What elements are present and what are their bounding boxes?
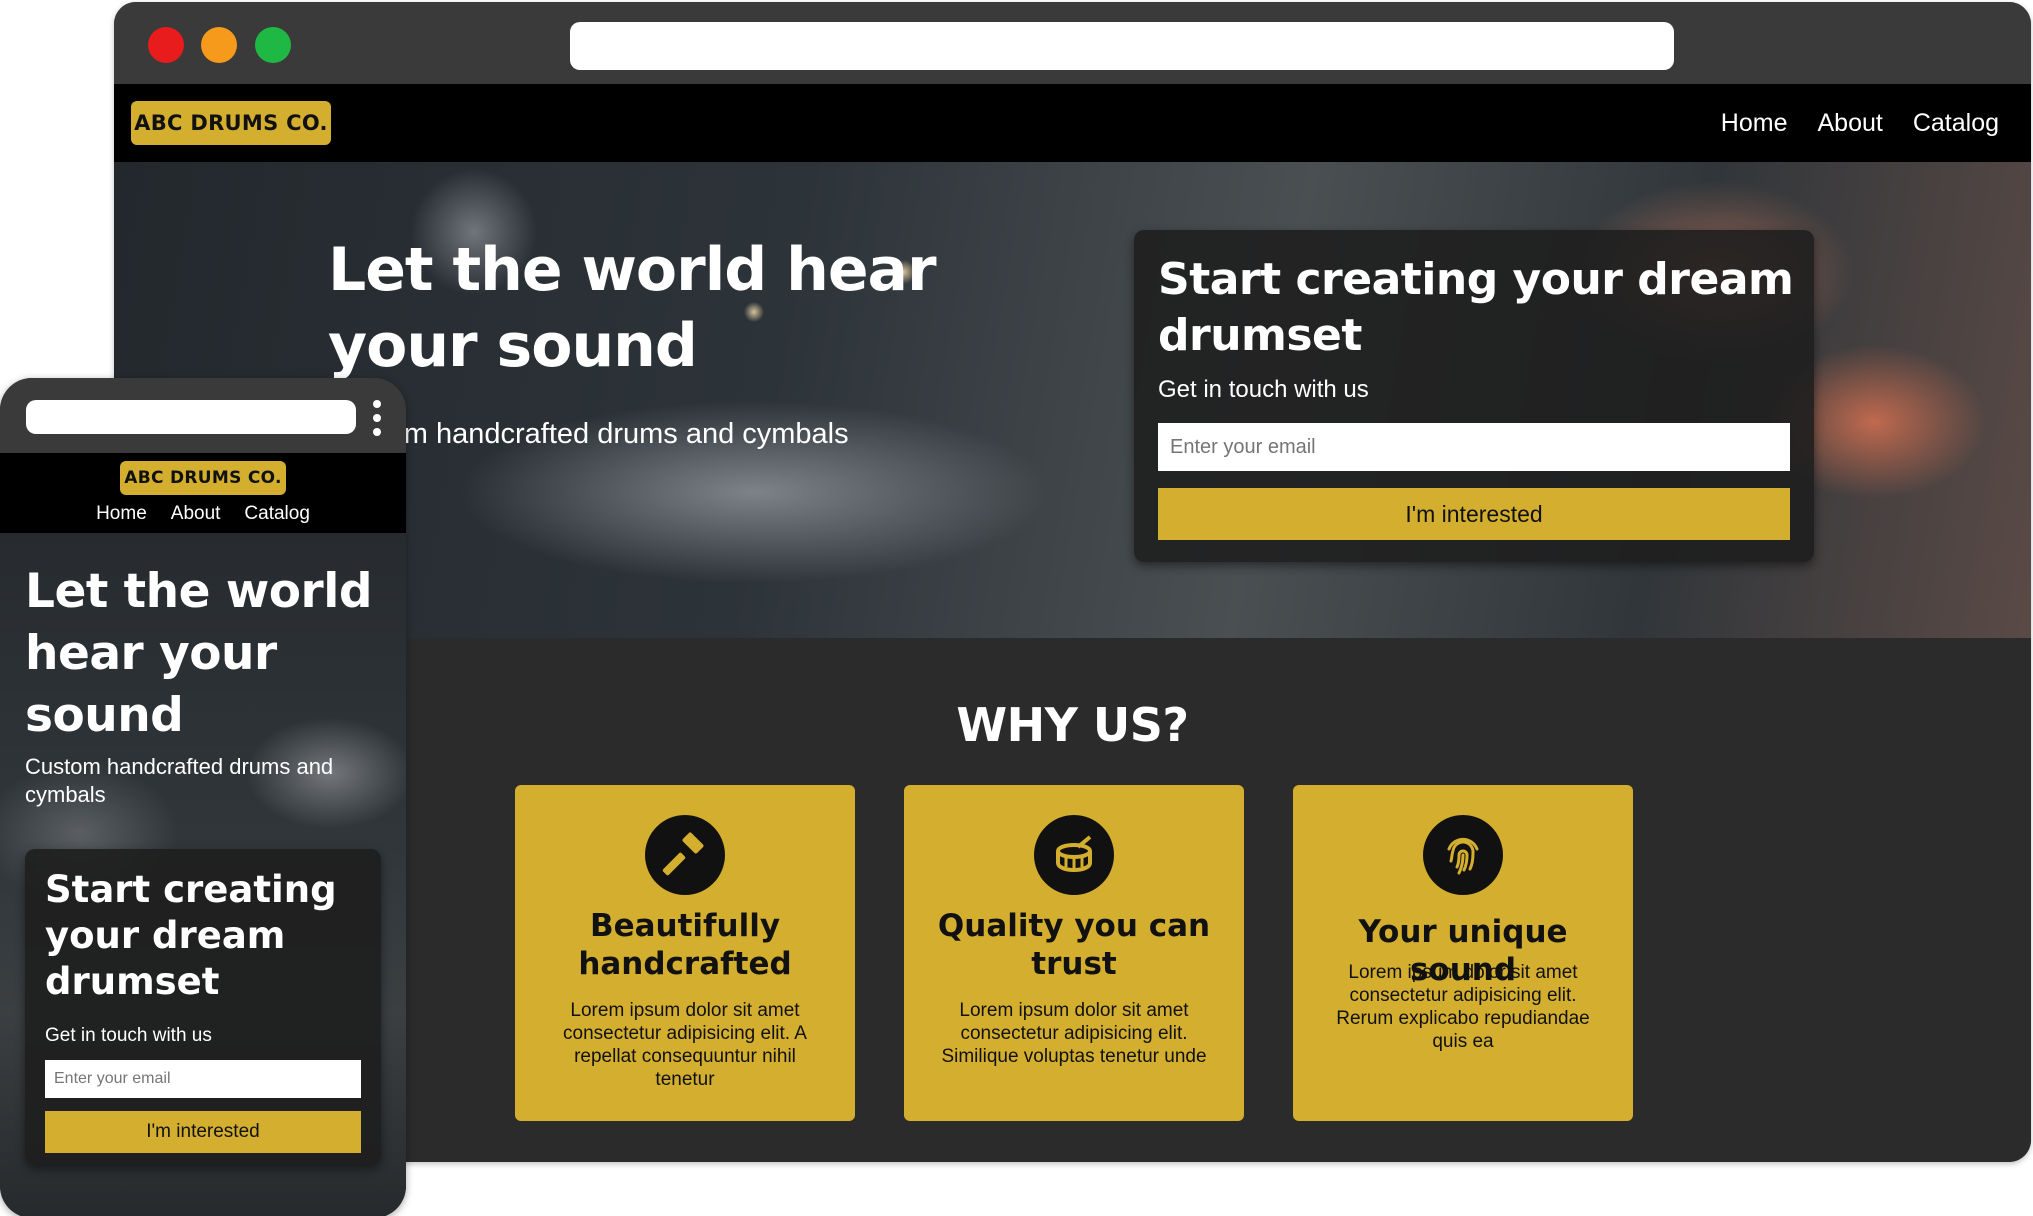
card-title: Beautifully handcrafted bbox=[578, 908, 792, 982]
site-navbar: ABC DRUMS CO. Home About Catalog bbox=[114, 84, 2031, 162]
card-body: Lorem ipsum dolor sit amet consectetur a… bbox=[1336, 962, 1590, 1052]
nav-links: Home About Catalog bbox=[1721, 84, 1999, 162]
nav-link-home[interactable]: Home bbox=[1721, 109, 1788, 138]
mobile-hero-section: Let the world hear your sound Custom han… bbox=[0, 533, 406, 1216]
mobile-hero-subtitle: Custom handcrafted drums and cymbals bbox=[25, 754, 334, 807]
maximize-window-button[interactable] bbox=[255, 27, 291, 63]
email-field[interactable] bbox=[1158, 423, 1790, 471]
mobile-hero-title: Let the world hear your sound bbox=[25, 564, 372, 743]
mobile-navbar: ABC DRUMS CO. Home About Catalog bbox=[0, 453, 406, 533]
mobile-nav-link-home[interactable]: Home bbox=[96, 503, 147, 525]
address-bar[interactable] bbox=[570, 22, 1674, 70]
mobile-interested-button[interactable]: I'm interested bbox=[45, 1111, 361, 1153]
mobile-browser-window: ABC DRUMS CO. Home About Catalog Let the… bbox=[0, 378, 406, 1216]
nav-link-about[interactable]: About bbox=[1817, 109, 1882, 138]
close-window-button[interactable] bbox=[148, 27, 184, 63]
feature-card-sound: Your unique sound Lorem ipsum dolor sit … bbox=[1293, 785, 1633, 1121]
mobile-address-bar[interactable] bbox=[26, 400, 356, 434]
showcase-canvas: ABC DRUMS CO. Home About Catalog Let the… bbox=[0, 0, 2033, 1216]
mobile-form-subtitle: Get in touch with us bbox=[45, 1025, 212, 1046]
drum-icon bbox=[1034, 815, 1114, 895]
mobile-nav-link-about[interactable]: About bbox=[171, 503, 221, 525]
mobile-email-field[interactable] bbox=[45, 1060, 361, 1098]
fingerprint-icon bbox=[1423, 815, 1503, 895]
minimize-window-button[interactable] bbox=[201, 27, 237, 63]
interested-button[interactable]: I'm interested bbox=[1158, 488, 1790, 540]
hero-title: Let the world hear your sound bbox=[328, 235, 937, 381]
mobile-signup-form: Start creating your dream drumset Get in… bbox=[25, 849, 381, 1165]
mobile-browser-toolbar bbox=[0, 378, 406, 453]
mobile-form-title: Start creating your dream drumset bbox=[45, 868, 337, 1003]
feature-card-quality: Quality you can trust Lorem ipsum dolor … bbox=[904, 785, 1244, 1121]
mobile-nav-links: Home About Catalog bbox=[0, 503, 406, 525]
hero-subtitle: Custom handcrafted drums and cymbals bbox=[328, 418, 849, 450]
signup-form: Start creating your dream drumset Get in… bbox=[1134, 230, 1814, 562]
nav-link-catalog[interactable]: Catalog bbox=[1913, 109, 1999, 138]
hammer-icon bbox=[645, 815, 725, 895]
kebab-menu-icon[interactable] bbox=[370, 400, 384, 436]
form-subtitle: Get in touch with us bbox=[1158, 376, 1369, 403]
mobile-site-logo[interactable]: ABC DRUMS CO. bbox=[120, 461, 286, 495]
card-body: Lorem ipsum dolor sit amet consectetur a… bbox=[563, 1000, 807, 1090]
browser-toolbar bbox=[114, 2, 2031, 84]
card-body: Lorem ipsum dolor sit amet consectetur a… bbox=[941, 1000, 1207, 1067]
feature-card-handcrafted: Beautifully handcrafted Lorem ipsum dolo… bbox=[515, 785, 855, 1121]
form-title: Start creating your dream drumset bbox=[1158, 254, 1794, 361]
site-logo[interactable]: ABC DRUMS CO. bbox=[131, 101, 331, 145]
mobile-nav-link-catalog[interactable]: Catalog bbox=[244, 503, 310, 525]
card-title: Quality you can trust bbox=[937, 908, 1211, 982]
